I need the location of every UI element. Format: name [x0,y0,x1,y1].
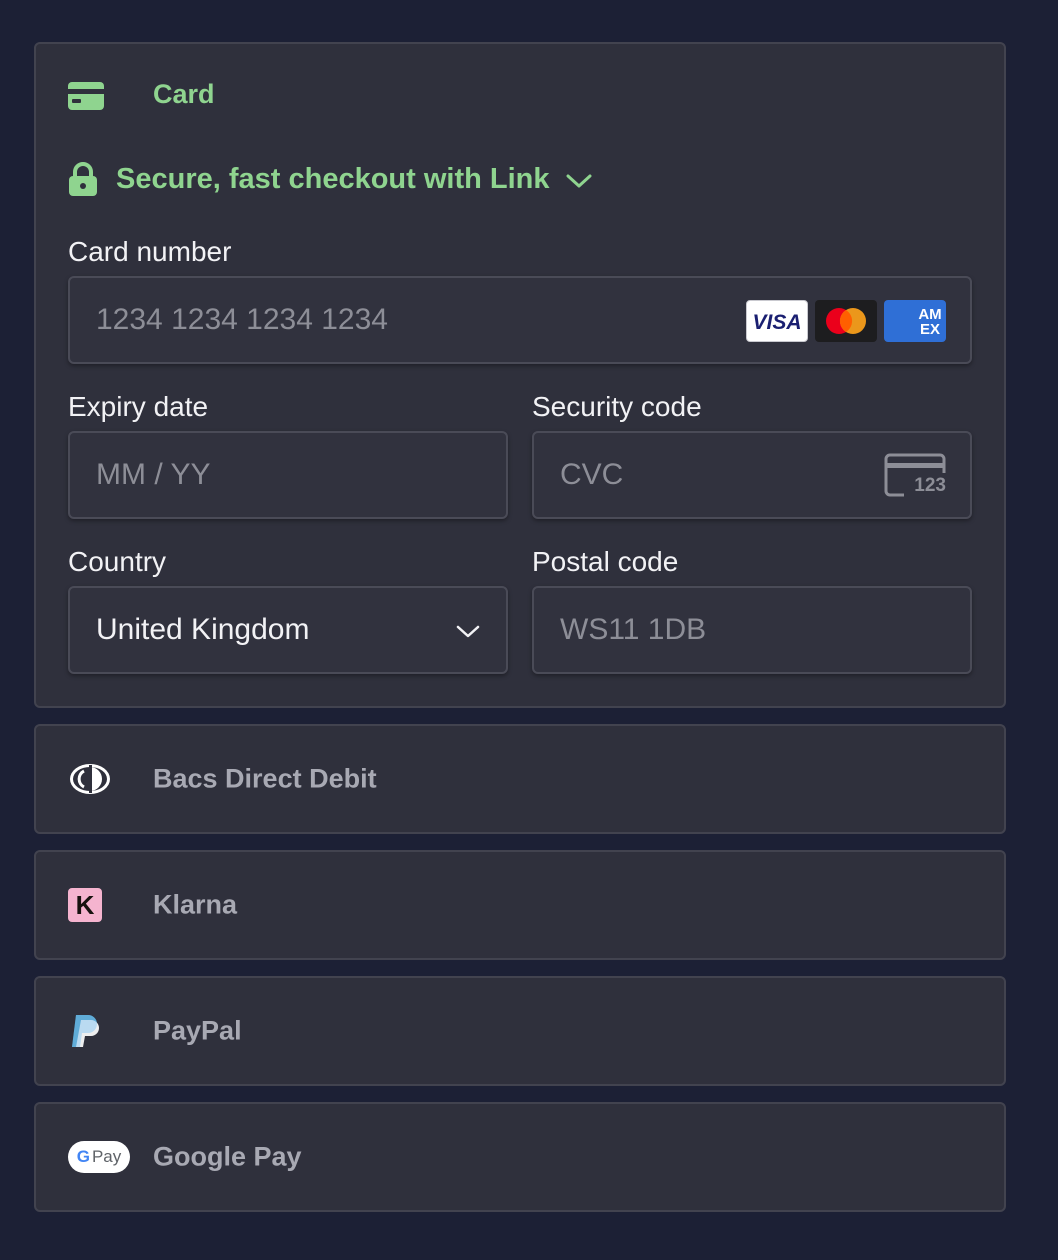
klarna-icon: K [68,883,112,927]
payment-methods: Card Secure, fast checkout with Link Car… [34,42,1006,1212]
method-google-pay[interactable]: G Pay Google Pay [34,1102,1006,1212]
security-code-placeholder: CVC [560,458,624,491]
method-bacs-direct-debit[interactable]: Bacs Direct Debit [34,724,1006,834]
method-paypal[interactable]: PayPal [34,976,1006,1086]
postal-code-label: Postal code [532,546,679,577]
link-checkout-toggle[interactable]: Secure, fast checkout with Link [68,162,592,196]
card-number-label: Card number [68,236,232,267]
lock-icon [69,162,97,196]
visa-text: VISA [752,311,801,334]
amex-icon: AM EX [884,300,946,342]
expiry-label: Expiry date [68,391,209,422]
svg-text:EX: EX [920,321,940,338]
country-select[interactable]: United Kingdom [68,586,508,674]
klarna-icon-text: K [75,889,95,920]
card-method-header[interactable]: Card [68,79,215,110]
google-pay-icon: G Pay [68,1135,132,1179]
security-code-input[interactable]: CVC 123 [532,431,972,519]
method-label: Klarna [153,889,238,920]
card-number-input[interactable]: 1234 1234 1234 1234 VISA AM EX [68,276,972,364]
security-code-label: Security code [532,391,702,422]
visa-icon: VISA [746,300,808,342]
method-klarna[interactable]: K Klarna [34,850,1006,960]
postal-code-placeholder: WS11 1DB [560,613,707,646]
credit-card-icon [68,82,104,110]
method-label: Google Pay [153,1141,302,1172]
chevron-down-icon [566,174,591,188]
paypal-icon [68,1009,112,1053]
country-value: United Kingdom [96,613,310,646]
chevron-down-icon [456,625,480,638]
card-method-panel[interactable]: Card Secure, fast checkout with Link Car… [34,42,1006,708]
cvc-card-icon: 123 [884,453,946,497]
bacs-icon [68,757,112,801]
google-g-icon: G [76,1147,90,1166]
link-checkout-text: Secure, fast checkout with Link [116,162,550,195]
method-label: Bacs Direct Debit [153,763,377,794]
google-pay-icon-text: Pay [91,1147,122,1166]
card-number-placeholder: 1234 1234 1234 1234 [96,303,388,336]
expiry-placeholder: MM / YY [96,458,211,491]
card-method-title: Card [153,79,215,109]
expiry-input[interactable]: MM / YY [68,431,508,519]
cvc-icon-text: 123 [914,475,946,496]
mastercard-icon [815,300,877,342]
country-label: Country [68,546,167,577]
method-label: PayPal [153,1015,242,1046]
postal-code-input[interactable]: WS11 1DB [532,586,972,674]
